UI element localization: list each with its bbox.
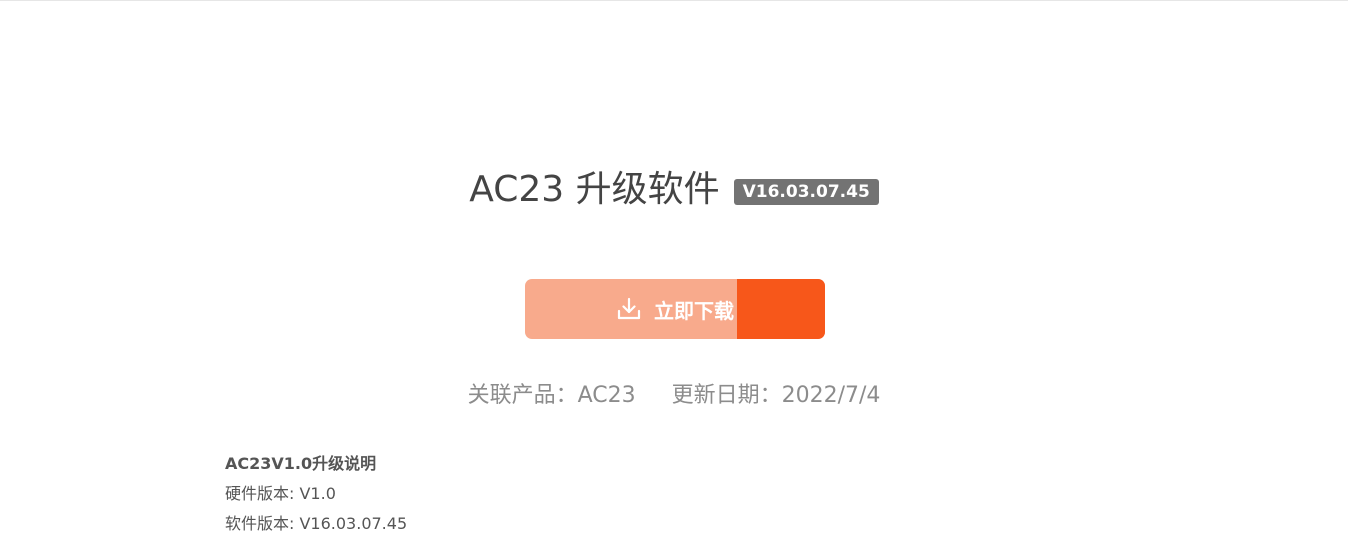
release-notes-heading: AC23V1.0升级说明: [225, 454, 377, 473]
meta-info: 关联产品：AC23 更新日期：2022/7/4: [0, 376, 1348, 410]
software-version: 软件版本: V16.03.07.45: [225, 514, 408, 533]
hardware-version: 硬件版本: V1.0: [225, 484, 336, 503]
download-icon: [616, 296, 642, 322]
download-button-content: 立即下载: [525, 279, 825, 339]
download-label: 立即下载: [654, 298, 734, 323]
related-product: 关联产品：AC23: [467, 383, 636, 408]
page-title: AC23 升级软件: [469, 169, 720, 210]
page-header: AC23 升级软件 V16.03.07.45: [0, 166, 1348, 214]
top-divider: [0, 0, 1348, 1]
update-date: 更新日期：2022/7/4: [671, 383, 881, 408]
release-notes: AC23V1.0升级说明 硬件版本: V1.0 软件版本: V16.03.07.…: [225, 450, 1125, 540]
download-button[interactable]: 立即下载: [525, 279, 825, 339]
version-badge: V16.03.07.45: [733, 179, 879, 205]
